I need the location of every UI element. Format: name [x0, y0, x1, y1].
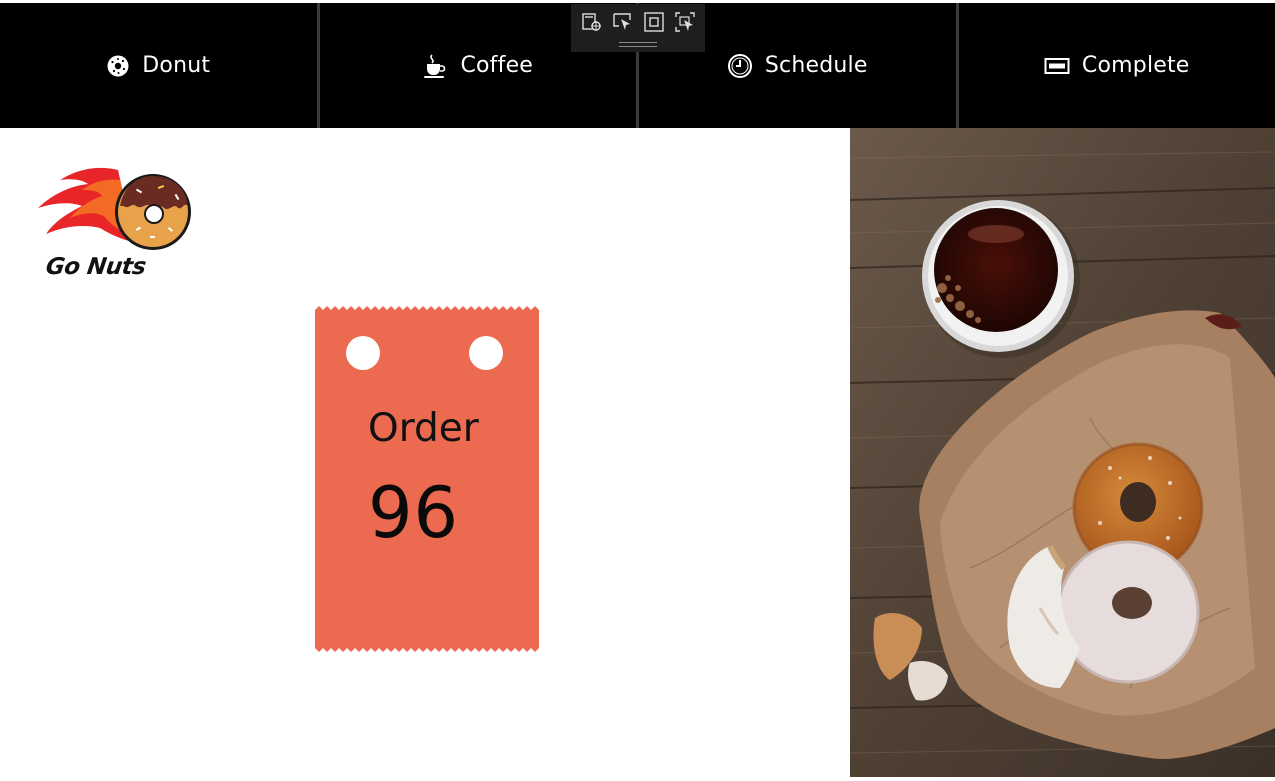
toolbar-grip[interactable]: [619, 42, 657, 47]
nav-label-donut: Donut: [142, 53, 210, 78]
nav-label-coffee: Coffee: [460, 53, 533, 78]
go-nuts-logo: Go Nuts: [38, 162, 198, 287]
coffee-cup-icon: [422, 53, 448, 79]
nav-tab-donut[interactable]: Donut: [0, 3, 320, 128]
select-element-icon[interactable]: [581, 11, 603, 33]
donut-icon: [106, 54, 130, 78]
clock-icon: [727, 53, 753, 79]
nav-label-complete: Complete: [1082, 53, 1190, 78]
highlight-box-icon[interactable]: [643, 11, 665, 33]
layout-adorner-icon[interactable]: [674, 11, 696, 33]
order-label: Order: [368, 406, 479, 451]
flaming-donut-logo: [38, 162, 198, 257]
select-pointer-icon[interactable]: [612, 11, 634, 33]
ticket-icon: [1044, 56, 1070, 76]
nav-label-schedule: Schedule: [765, 53, 868, 78]
logo-text: Go Nuts: [44, 254, 147, 280]
nav-tab-complete[interactable]: Complete: [959, 3, 1275, 128]
debug-toolbar: [571, 4, 705, 52]
coffee-and-donuts-photo: [850, 128, 1275, 777]
order-number: 96: [368, 472, 459, 554]
order-ticket: Order 96: [313, 300, 541, 658]
